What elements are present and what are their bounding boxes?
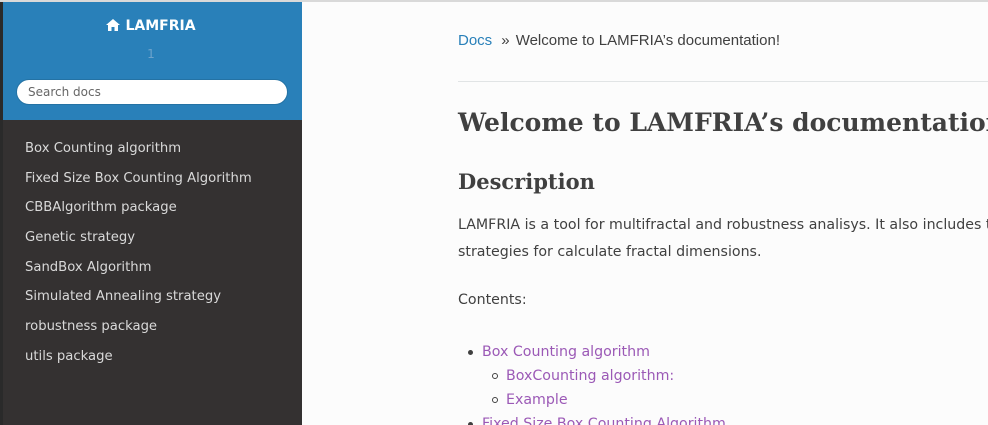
section-heading: Description [458, 169, 595, 194]
home-icon [106, 19, 121, 31]
description-paragraph: LAMFRIA is a tool for multifractal and r… [458, 217, 988, 271]
breadcrumb-separator: » [501, 32, 510, 49]
search-input[interactable] [16, 79, 288, 105]
project-name: LAMFRIA [125, 18, 196, 34]
sidebar-item[interactable]: Genetic strategy [0, 223, 302, 253]
breadcrumb-docs-link[interactable]: Docs [458, 32, 492, 49]
page-title: Welcome to LAMFRIA’s documentation! [458, 108, 988, 137]
bullet-icon [468, 350, 473, 355]
toc-link[interactable]: Box Counting algorithm [482, 344, 650, 360]
sidebar-edge [0, 2, 3, 425]
sidebar-header: LAMFRIA 1 [0, 2, 302, 120]
paragraph-line: LAMFRIA is a tool for multifractal and r… [458, 217, 988, 233]
circle-bullet-icon [492, 397, 498, 403]
breadcrumb-divider [458, 81, 988, 82]
toc-item: Box Counting algorithm [465, 340, 726, 364]
toc-item: Fixed Size Box Counting Algorithm [465, 412, 726, 425]
project-home-link[interactable]: LAMFRIA [0, 18, 302, 34]
contents-label: Contents: [458, 292, 527, 308]
toc-link[interactable]: Example [506, 392, 568, 408]
sidebar: LAMFRIA 1 Box Counting algorithmFixed Si… [0, 2, 302, 425]
circle-bullet-icon [492, 373, 498, 379]
sidebar-item[interactable]: CBBAlgorithm package [0, 193, 302, 223]
sidebar-item[interactable]: utils package [0, 342, 302, 372]
sidebar-item[interactable]: robustness package [0, 312, 302, 342]
breadcrumb-current: Welcome to LAMFRIA’s documentation! [515, 32, 780, 49]
sidebar-item[interactable]: Box Counting algorithm [0, 134, 302, 164]
sidebar-item[interactable]: Simulated Annealing strategy [0, 282, 302, 312]
sidebar-item[interactable]: Fixed Size Box Counting Algorithm [0, 164, 302, 194]
breadcrumb: Docs » Welcome to LAMFRIA’s documentation… [458, 32, 780, 49]
main-content: Docs » Welcome to LAMFRIA’s documentation… [302, 2, 988, 425]
toc-link[interactable]: Fixed Size Box Counting Algorithm [482, 416, 726, 425]
sidebar-nav: Box Counting algorithm Fixed Size Box Cou… [0, 134, 302, 372]
toc-item: BoxCounting algorithm: [465, 364, 726, 388]
sidebar-item[interactable]: SandBox Algorithm [0, 253, 302, 283]
paragraph-line: strategies for calculate fractal dimensi… [458, 244, 762, 260]
toc-item: Example [465, 388, 726, 412]
table-of-contents: Box Counting algorithm BoxCounting algori… [465, 340, 726, 425]
version-label: 1 [147, 47, 155, 61]
toc-link[interactable]: BoxCounting algorithm: [506, 368, 674, 384]
